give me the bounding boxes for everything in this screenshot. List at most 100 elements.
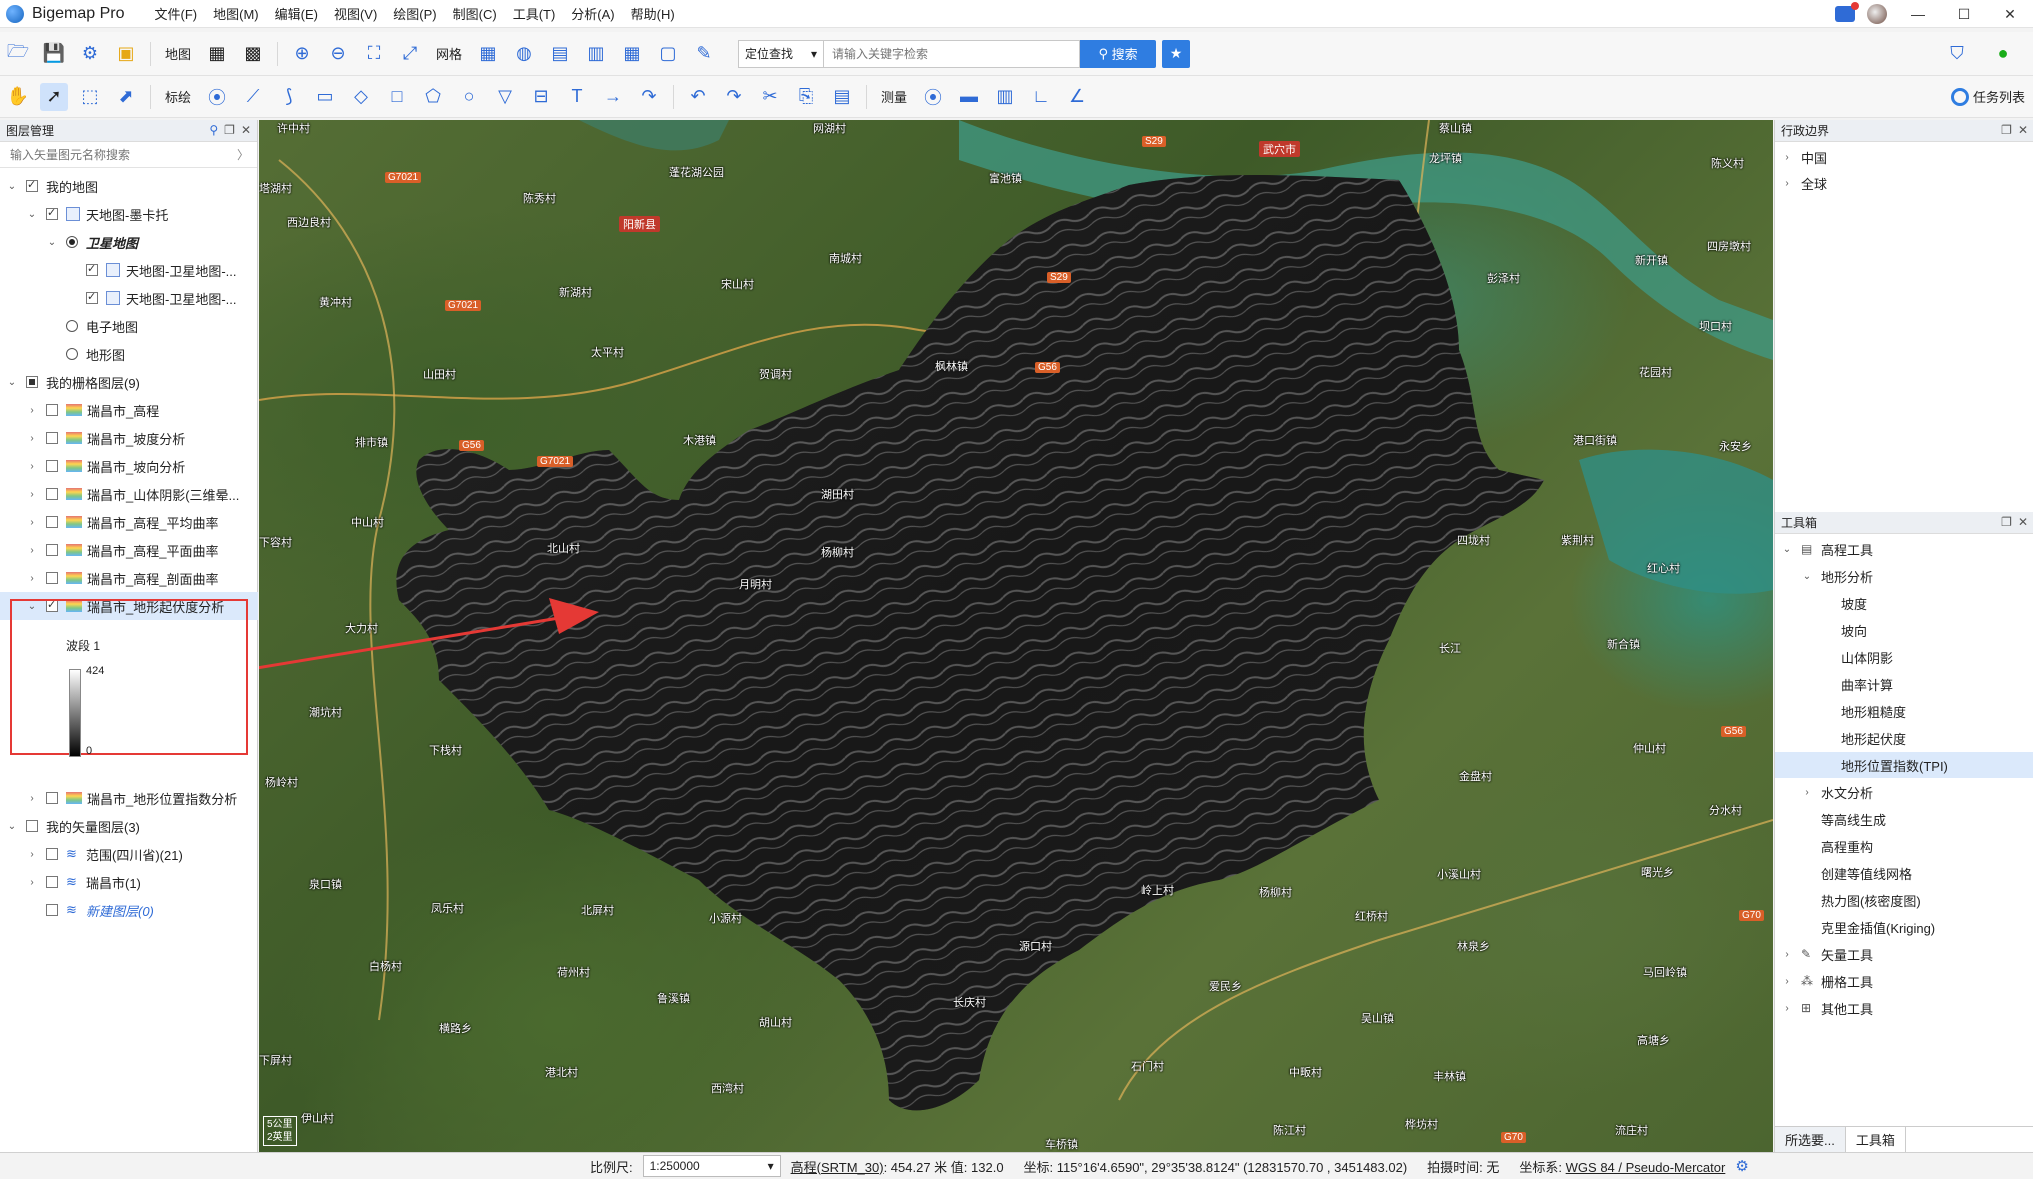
layer-radio[interactable] [66,348,78,360]
expand-icon[interactable]: › [1781,976,1793,987]
tree-row-vector-layers[interactable]: ⌄ 我的矢量图层(3) [0,812,258,840]
tool-tpi[interactable]: 地形位置指数(TPI) [1775,752,2033,778]
collapse-icon[interactable]: 〉 [237,146,249,163]
menu-analysis[interactable]: 分析(A) [563,4,622,23]
tool-slope[interactable]: 坡度 [1775,590,2033,616]
tree-row-satellite[interactable]: ⌄ 卫星地图 [0,228,258,256]
undo-icon[interactable]: ↶ [684,83,712,111]
layer-radio[interactable] [66,236,78,248]
tool-relief[interactable]: 地形起伏度 [1775,725,2033,751]
tool-hydrology[interactable]: › 水文分析 [1775,779,2033,805]
tree-row-raster[interactable]: › 瑞昌市_高程 [0,396,258,424]
grid-label[interactable]: 网格 [428,44,470,63]
pentagon-icon[interactable]: ⬠ [419,83,447,111]
task-list-button[interactable]: 任务列表 [1950,87,2025,106]
basemap-satellite-icon[interactable]: ▦ [203,40,231,68]
tree-row-terrain-map[interactable]: 地形图 [0,340,258,368]
layer-search-input[interactable] [10,147,230,162]
tool-curvature[interactable]: 曲率计算 [1775,671,2033,697]
map-label[interactable]: 地图 [157,44,199,63]
layer-checkbox[interactable] [46,460,58,472]
tool-elevation[interactable]: ⌄ ▤ 高程工具 [1775,536,2033,562]
tool-terrain-analysis[interactable]: ⌄ 地形分析 [1775,563,2033,589]
grid-icon-4[interactable]: ▦ [618,40,646,68]
square-icon[interactable]: □ [383,83,411,111]
favorite-button[interactable]: ★ [1162,39,1191,68]
select-pointer-icon[interactable]: ➚ [40,82,68,111]
wechat-icon[interactable]: ● [1989,40,2017,68]
measure-point-icon[interactable]: ⦿ [919,83,947,111]
measure-angle-icon[interactable]: ∟ [1027,83,1055,111]
search-icon[interactable]: ⚲ [209,123,218,137]
expand-icon[interactable]: ⌄ [6,181,18,192]
tool-kriging[interactable]: 克里金插值(Kriging) [1775,914,2033,940]
curve-icon[interactable]: ↷ [635,83,663,111]
tool-aspect[interactable]: 坡向 [1775,617,2033,643]
float-icon[interactable]: ❐ [2001,123,2012,137]
copy-icon[interactable]: ⎘ [792,83,820,111]
expand-icon[interactable]: ⌄ [1781,544,1793,555]
tree-row-raster[interactable]: › 瑞昌市_坡度分析 [0,424,258,452]
tab-selected-features[interactable]: 所选要... [1775,1127,1846,1152]
expand-icon[interactable]: › [26,849,38,860]
rectangle-icon[interactable]: ▭ [311,83,339,111]
grid-icon-2[interactable]: ▤ [546,40,574,68]
scale-select[interactable]: 1:250000 ▾ [642,1155,781,1177]
zoom-extent-icon[interactable]: ⛶ [360,40,388,68]
layer-checkbox[interactable] [46,848,58,860]
tool-other[interactable]: › ⊞ 其他工具 [1775,995,2033,1021]
maximize-button[interactable]: ☐ [1941,0,1987,28]
full-screen-icon[interactable]: ⤢ [396,40,424,68]
expand-icon[interactable]: › [26,793,38,804]
tree-row-tianditu[interactable]: ⌄ 天地图-墨卡托 [0,200,258,228]
cut-icon[interactable]: ✂ [756,83,784,111]
layer-checkbox[interactable] [26,820,38,832]
tab-toolbox[interactable]: 工具箱 [1845,1127,1906,1152]
open-folder-icon[interactable]: 🗁 [4,40,32,68]
menu-view[interactable]: 视图(V) [326,4,385,23]
layer-checkbox[interactable] [86,262,98,276]
expand-icon[interactable]: › [26,517,38,528]
tree-row-raster-layers[interactable]: ⌄ 我的栅格图层(9) [0,368,258,396]
map-view[interactable]: 许中村 塔湖村 网湖村 蔡山镇 陈秀村 西边良村 富池镇 龙坪镇 陈义村 南城村… [259,120,1773,1152]
mark-label[interactable]: 标绘 [157,87,199,106]
tree-row-my-map[interactable]: ⌄ 我的地图 [0,172,258,200]
expand-icon[interactable]: › [1781,949,1793,960]
expand-icon[interactable]: › [26,433,38,444]
zoom-out-icon[interactable]: ⊖ [324,40,352,68]
layer-checkbox[interactable] [46,206,58,220]
close-icon[interactable]: ✕ [2018,123,2028,137]
expand-icon[interactable]: ⌄ [6,821,18,832]
tree-row-raster[interactable]: › 瑞昌市_高程_平均曲率 [0,508,258,536]
pan-hand-icon[interactable]: ✋ [4,83,32,111]
elevation-source-label[interactable]: 高程(SRTM_30) [791,1160,884,1175]
menu-file[interactable]: 文件(F) [147,4,206,23]
expand-icon[interactable]: ⌄ [26,209,38,220]
polyline-icon[interactable]: ⟆ [275,83,303,111]
expand-icon[interactable]: ⌄ [1801,571,1813,582]
line-icon[interactable]: ⟋ [239,83,267,111]
measure-distance-icon[interactable]: ▬ [955,83,983,111]
layer-checkbox[interactable] [26,376,38,388]
menu-help[interactable]: 帮助(H) [623,4,683,23]
expand-icon[interactable]: › [26,405,38,416]
menu-map[interactable]: 地图(M) [205,4,267,23]
layer-checkbox[interactable] [46,488,58,500]
polygon-icon[interactable]: ◇ [347,83,375,111]
brush-icon[interactable]: ✎ [690,40,718,68]
tree-row-satellite-sub1[interactable]: 天地图-卫星地图-... [0,256,258,284]
search-input[interactable] [824,39,1081,68]
circle-icon[interactable]: ○ [455,83,483,111]
measure-label[interactable]: 测量 [873,87,915,106]
user-avatar[interactable] [1867,4,1887,24]
grid-icon-3[interactable]: ▥ [582,40,610,68]
measure-area-icon[interactable]: ▥ [991,83,1019,111]
tree-row-electronic-map[interactable]: 电子地图 [0,312,258,340]
point-marker-icon[interactable]: ⦿ [203,83,231,111]
float-icon[interactable]: ❐ [224,123,235,137]
expand-icon[interactable]: ⌄ [6,377,18,388]
close-icon[interactable]: ✕ [241,123,251,137]
image-export-icon[interactable]: ▢ [654,40,682,68]
expand-icon[interactable]: › [1801,787,1813,798]
select-box-icon[interactable]: ⬚ [76,83,104,111]
